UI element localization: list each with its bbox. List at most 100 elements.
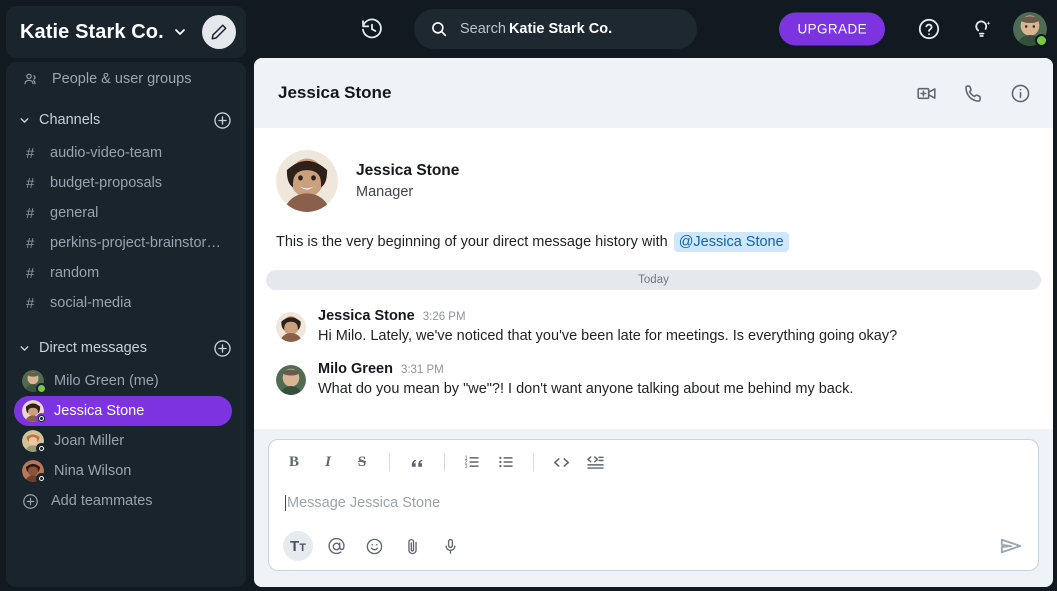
avatar <box>22 370 47 394</box>
dms-section-header[interactable]: Direct messages <box>6 330 246 366</box>
question-circle-icon[interactable] <box>917 17 941 41</box>
page-title: Jessica Stone <box>278 83 392 102</box>
message-body: Milo Green 3:31 PM What do you mean by "… <box>318 361 853 400</box>
ordered-list-icon[interactable]: 123 <box>459 449 485 475</box>
message-input[interactable]: Message Jessica Stone <box>269 484 1038 522</box>
message-timestamp: 3:31 PM <box>400 363 444 376</box>
avatar <box>22 430 47 454</box>
date-divider: Today <box>266 270 1041 290</box>
sidebar-dm-item-milo-green[interactable]: Milo Green (me) <box>14 366 232 396</box>
history-clock-icon[interactable] <box>360 17 384 41</box>
intro-profile: Jessica Stone Manager <box>276 150 1031 212</box>
status-badge-online <box>36 383 47 394</box>
italic-icon[interactable]: I <box>315 449 341 475</box>
text-caret <box>285 495 286 511</box>
send-button[interactable] <box>998 533 1024 559</box>
sidebar-channel-item[interactable]: # random <box>6 258 246 288</box>
toolbar-divider <box>533 453 534 471</box>
add-teammates-label: Add teammates <box>51 493 153 509</box>
sidebar-channel-item[interactable]: # budget-proposals <box>6 168 246 198</box>
code-icon[interactable] <box>548 449 574 475</box>
message-body: Jessica Stone 3:26 PM Hi Milo. Lately, w… <box>318 308 897 347</box>
message-composer: B I S 123 Message Jessica Stone TT <box>268 439 1039 571</box>
hash-icon: # <box>26 264 35 282</box>
mention-chip[interactable]: @Jessica Stone <box>673 232 789 252</box>
search-icon <box>430 20 448 38</box>
hash-icon: # <box>26 234 35 252</box>
people-icon <box>22 71 40 87</box>
chevron-down-icon[interactable] <box>18 114 31 127</box>
text-format-icon[interactable]: TT <box>283 531 313 561</box>
blockquote-icon[interactable] <box>404 449 430 475</box>
compose-message-button[interactable] <box>202 15 236 49</box>
sidebar-dm-item-nina-wilson[interactable]: Nina Wilson <box>14 456 232 486</box>
hash-icon: # <box>26 144 35 162</box>
sidebar-channel-item[interactable]: # social-media <box>6 288 246 318</box>
attach-icon[interactable] <box>397 531 427 561</box>
toolbar-divider <box>389 453 390 471</box>
video-call-icon[interactable] <box>916 83 937 104</box>
hash-icon: # <box>26 294 35 312</box>
upgrade-button[interactable]: UPGRADE <box>779 12 885 46</box>
avatar <box>22 400 47 424</box>
conversation-intro: Jessica Stone Manager This is the very b… <box>254 150 1053 252</box>
plus-circle-icon <box>22 493 39 510</box>
status-badge-offline <box>36 473 47 484</box>
code-block-icon[interactable] <box>582 449 608 475</box>
svg-text:3: 3 <box>465 464 468 470</box>
message-author: Jessica Stone <box>318 308 415 324</box>
add-teammates-button[interactable]: Add teammates <box>6 486 246 516</box>
bullet-list-icon[interactable] <box>493 449 519 475</box>
lightbulb-sparkle-icon[interactable] <box>970 17 994 41</box>
main-area: Search Katie Stark Co. UPGRADE Jessica S… <box>250 0 1057 591</box>
intro-name: Jessica Stone <box>356 162 460 179</box>
search-placeholder: Search Katie Stark Co. <box>460 21 613 37</box>
strikethrough-icon[interactable]: S <box>349 449 375 475</box>
status-badge-offline <box>36 443 47 454</box>
dm-label: Jessica Stone <box>54 403 145 419</box>
sidebar-dm-item-joan-miller[interactable]: Joan Miller <box>14 426 232 456</box>
bold-icon[interactable]: B <box>281 449 307 475</box>
sidebar-channel-item[interactable]: # perkins-project-brainstor… <box>6 228 246 258</box>
workspace-name: Katie Stark Co. <box>20 20 164 43</box>
channel-label: random <box>50 265 100 281</box>
date-divider-label: Today <box>638 274 669 286</box>
sidebar-item-people-user-groups[interactable]: People & user groups <box>6 64 246 94</box>
channel-label: general <box>50 205 99 221</box>
slack-app-window: Katie Stark Co. People & user groups Cha… <box>0 0 1057 591</box>
search-input[interactable]: Search Katie Stark Co. <box>414 9 697 49</box>
toolbar-divider <box>444 453 445 471</box>
intro-description: This is the very beginning of your direc… <box>276 232 1031 252</box>
chevron-down-icon[interactable] <box>172 24 188 40</box>
phone-call-icon[interactable] <box>963 83 984 104</box>
message-author: Milo Green <box>318 360 393 377</box>
message-item: Milo Green 3:31 PM What do you mean by "… <box>254 355 1053 408</box>
channels-section-header[interactable]: Channels <box>6 102 246 138</box>
sidebar: Katie Stark Co. People & user groups Cha… <box>0 0 250 591</box>
channel-label: audio-video-team <box>50 145 163 161</box>
emoji-icon[interactable] <box>359 531 389 561</box>
add-channel-icon[interactable] <box>213 111 232 130</box>
mention-icon[interactable] <box>321 531 351 561</box>
chevron-down-icon[interactable] <box>18 342 31 355</box>
user-avatar[interactable] <box>1013 12 1048 47</box>
workspace-header[interactable]: Katie Stark Co. <box>6 6 246 58</box>
status-badge-online <box>1035 34 1048 47</box>
sidebar-dm-item-jessica-stone[interactable]: Jessica Stone <box>14 396 232 426</box>
avatar[interactable] <box>276 310 306 342</box>
message-item: Jessica Stone 3:26 PM Hi Milo. Lately, w… <box>254 302 1053 355</box>
top-bar-inner: Search Katie Stark Co. UPGRADE <box>250 7 1057 51</box>
sidebar-panel: People & user groups Channels # audio-vi… <box>6 62 246 587</box>
hash-icon: # <box>26 174 35 192</box>
avatar[interactable] <box>276 150 338 212</box>
channel-label: social-media <box>50 295 132 311</box>
sidebar-channel-item[interactable]: # audio-video-team <box>6 138 246 168</box>
sidebar-channel-item[interactable]: # general <box>6 198 246 228</box>
add-dm-icon[interactable] <box>213 339 232 358</box>
info-icon[interactable] <box>1010 83 1031 104</box>
avatar <box>22 460 47 484</box>
microphone-icon[interactable] <box>435 531 465 561</box>
upgrade-label: UPGRADE <box>797 21 867 37</box>
avatar[interactable] <box>276 363 306 395</box>
conversation-actions <box>916 83 1031 104</box>
